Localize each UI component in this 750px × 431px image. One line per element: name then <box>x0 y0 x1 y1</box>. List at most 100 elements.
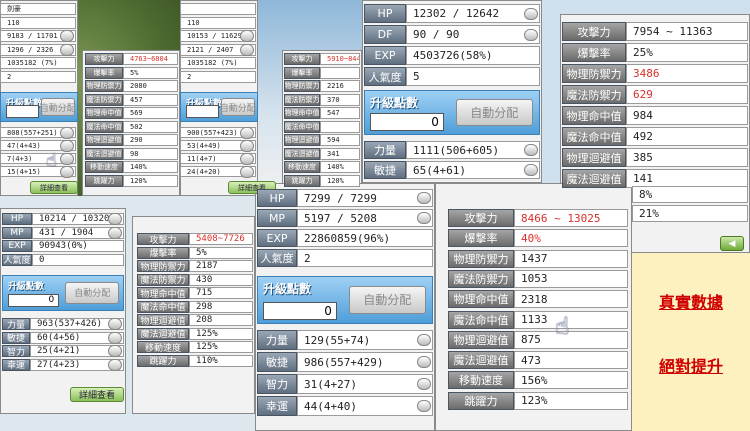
attr-row-0: 攻擊力 5408~7726 <box>137 233 253 245</box>
stat-value: 2080 <box>123 80 178 92</box>
stat-value: 12302 / 12642 <box>406 4 540 23</box>
stat-value: 2 <box>180 70 256 83</box>
hand-cursor-icon: ☝ <box>555 312 570 340</box>
stat-value: 120% <box>123 174 178 187</box>
stat-value: 125% <box>189 341 253 353</box>
attr-row-3: 魔法防禦力 629 <box>562 85 748 104</box>
increase-stat-button[interactable] <box>240 152 254 165</box>
stat-value: 5197 / 5208 <box>297 209 433 227</box>
stat-value: 1111(506+605) <box>406 141 540 159</box>
stat-value <box>180 3 256 15</box>
stat-row-3: 人氣度 5 <box>364 67 540 86</box>
stat-value: 5% <box>123 66 178 79</box>
stat-label: 魔法防禦力 <box>137 273 189 286</box>
stat-value: 25% <box>626 43 748 62</box>
ability-points-value <box>6 104 39 118</box>
auto-assign-button[interactable]: 自動分配 <box>65 282 120 304</box>
stat-label: 物理迴避值 <box>562 148 626 167</box>
attr-row-5: 魔法命中值 1133 <box>448 310 628 329</box>
increase-stat-button[interactable] <box>417 400 431 412</box>
increase-stat-button[interactable] <box>417 378 431 390</box>
ability-points-value: 0 <box>263 302 337 320</box>
increase-stat-button[interactable] <box>60 126 74 139</box>
stat-label: 敏捷 <box>2 331 30 344</box>
stat-label: 魔法命中值 <box>448 310 514 329</box>
stat-row-2: EXP 22860859(96%) <box>257 229 433 247</box>
increase-stat-button[interactable] <box>524 144 538 156</box>
increase-stat-button[interactable] <box>108 318 122 330</box>
increase-stat-button[interactable] <box>417 356 431 368</box>
increase-stat-button[interactable] <box>108 331 122 344</box>
auto-assign-button[interactable]: 自動分配 <box>220 98 256 116</box>
stat-label: 人氣度 <box>257 249 297 267</box>
attr-row-2: 物理防禦力 1437 <box>448 249 628 268</box>
increase-stat-button[interactable] <box>108 358 122 371</box>
attr-row-tail-0: 8% <box>632 186 748 203</box>
stat-value: 0 <box>32 253 124 266</box>
detail-view-button[interactable]: 詳細查看 <box>70 387 124 402</box>
stat-label: 力量 <box>364 141 406 159</box>
detail-view-button[interactable]: 詳細查看 <box>30 181 78 194</box>
hand-cursor-icon: ☝ <box>46 150 57 171</box>
stat-label: 物理防禦力 <box>85 80 123 92</box>
stat-label: 魔法迴避值 <box>284 147 320 160</box>
stat-label: MP <box>257 209 297 227</box>
stat-value: 594 <box>320 134 360 146</box>
stat-label: 爆擊率 <box>448 229 514 248</box>
stat-value: 140% <box>320 161 360 173</box>
stat-value: 125% <box>189 327 253 340</box>
increase-stat-button[interactable] <box>240 139 254 152</box>
stat-label: 物理命中值 <box>137 287 189 299</box>
auto-assign-button[interactable]: 自動分配 <box>40 98 76 116</box>
auto-assign-button[interactable]: 自動分配 <box>348 285 426 315</box>
stat-label: 幸運 <box>257 396 297 416</box>
increase-stat-button[interactable] <box>108 226 122 239</box>
increase-stat-button[interactable] <box>524 7 538 20</box>
increase-stat-button[interactable] <box>240 30 254 42</box>
increase-stat-button[interactable] <box>60 30 74 42</box>
stat-label: 移動速度 <box>85 161 123 173</box>
stat-label: HP <box>364 4 406 23</box>
increase-stat-button[interactable] <box>60 139 74 152</box>
stat-row-bottom-2: 智力 25(4+21) <box>2 345 124 357</box>
stat-label: 魔法命中值 <box>284 120 320 133</box>
stat-row-bottom-2: 智力 31(4+27) <box>257 374 433 394</box>
increase-stat-button[interactable] <box>60 43 74 56</box>
stat-value: 129(55+74) <box>297 330 433 350</box>
ability-points-title: 升級點數 <box>8 282 45 292</box>
stat-value <box>320 66 360 79</box>
stat-value: 2318 <box>514 290 628 309</box>
stat-row-0: HP 7299 / 7299 <box>257 189 433 207</box>
increase-stat-button[interactable] <box>524 164 538 176</box>
back-button[interactable]: ◀ <box>720 236 744 251</box>
attr-row-1: 爆擊率 40% <box>448 229 628 248</box>
stat-value: 984 <box>626 106 748 125</box>
attr-row-3: 魔法防禦力 370 <box>284 93 360 106</box>
increase-stat-button[interactable] <box>108 345 122 357</box>
increase-stat-button[interactable] <box>524 28 538 41</box>
increase-stat-button[interactable] <box>240 43 254 56</box>
increase-stat-button[interactable] <box>417 192 431 204</box>
auto-assign-button[interactable]: 自動分配 <box>455 99 533 126</box>
stat-label: 移動速度 <box>448 371 514 390</box>
increase-stat-button[interactable] <box>417 334 431 346</box>
increase-stat-button[interactable] <box>240 126 254 139</box>
increase-stat-button[interactable] <box>60 165 74 178</box>
stat-row-bottom-1: 敏捷 60(4+56) <box>2 331 124 344</box>
increase-stat-button[interactable] <box>60 152 74 165</box>
increase-stat-button[interactable] <box>417 212 431 224</box>
stat-window-left <box>0 208 126 414</box>
increase-stat-button[interactable] <box>240 165 254 178</box>
stat-label: 魔法迴避值 <box>137 327 189 340</box>
stat-row-bottom-3: 幸運 27(4+23) <box>2 358 124 371</box>
stat-value: 547 <box>320 107 360 119</box>
stat-row-0: 劍豪 <box>0 3 76 15</box>
increase-stat-button[interactable] <box>108 213 122 225</box>
stat-label: 移動速度 <box>284 161 320 173</box>
stat-label: 幸運 <box>2 358 30 371</box>
stat-label: 人氣度 <box>2 253 32 266</box>
ability-points-title: 升級點數 <box>370 96 419 110</box>
stat-value: 21% <box>632 205 748 222</box>
stat-value: 492 <box>626 127 748 146</box>
attr-row-3: 魔法防禦力 430 <box>137 273 253 286</box>
